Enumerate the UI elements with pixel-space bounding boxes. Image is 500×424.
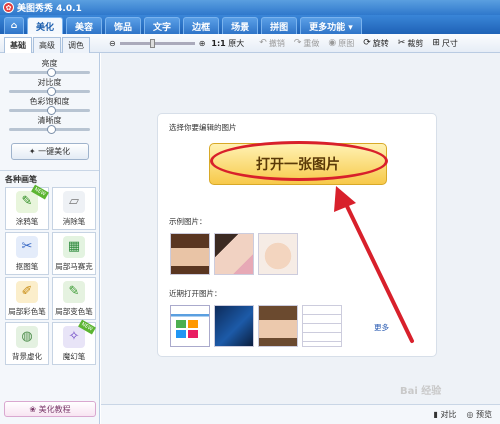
- resize-icon: ⊞: [432, 38, 440, 48]
- tab-scene[interactable]: 场景: [222, 17, 259, 34]
- home-icon: ⌂: [10, 21, 18, 31]
- eraser-brush-button[interactable]: ▱ 消除笔: [52, 187, 96, 230]
- local-recolor-brush-button[interactable]: ✎ 局部变色笔: [52, 277, 96, 320]
- zoom-control: ⊖ ⊕ 1:1 原大: [109, 38, 253, 49]
- title-bar: ✿ 美图秀秀 4.0.1: [0, 0, 500, 15]
- recent-images: [170, 305, 346, 347]
- tab-advanced[interactable]: 高级: [33, 36, 61, 53]
- zoom-out-icon[interactable]: ⊖: [109, 39, 116, 48]
- doodle-brush-button[interactable]: NEW ✎ 涂鸦笔: [5, 184, 49, 230]
- cut-button[interactable]: ✂ 裁剪: [398, 38, 424, 49]
- tab-beautify[interactable]: 美化: [27, 17, 64, 34]
- highlight-ellipse: [210, 141, 388, 181]
- brush-grid: NEW ✎ 涂鸦笔 ▱ 消除笔 ✂ 抠图笔 ▦ 局部马赛克 ✐ 局部彩色笔 ✎ 局部变色笔 ◍…: [0, 184, 99, 367]
- tab-collage[interactable]: 拼图: [261, 17, 298, 34]
- left-panel: 亮度 对比度 色彩饱和度 清晰度 ✦ 一键美化 各种画笔 NEW ✎ 涂鸦笔 ▱ 消除…: [0, 53, 100, 424]
- recolor-icon: ✎: [63, 280, 85, 303]
- sample-images: [170, 233, 302, 275]
- mosaic-brush-button[interactable]: ▦ 局部马赛克: [52, 232, 96, 275]
- magic-brush-button[interactable]: NEW ✧ 魔幻笔: [52, 319, 96, 365]
- background-blur-button[interactable]: ◍ 背景虚化: [5, 322, 49, 365]
- app-title: 美图秀秀 4.0.1: [17, 4, 82, 14]
- one-key-beautify-button[interactable]: ✦ 一键美化: [10, 143, 89, 160]
- zoom-reset-button[interactable]: 1:1 原大: [211, 38, 244, 49]
- sample-image[interactable]: [214, 233, 254, 275]
- brush-section-title: 各种画笔: [0, 170, 99, 185]
- blur-icon: ◍: [16, 325, 38, 348]
- zoom-slider[interactable]: [119, 38, 195, 48]
- canvas-area: 选择你要编辑的图片 打开一张图片 示例图片： 近期打开图片： 更多: [101, 53, 500, 404]
- sample-image[interactable]: [258, 233, 298, 275]
- recent-image[interactable]: [258, 305, 298, 347]
- size-button[interactable]: ⊞ 尺寸: [432, 38, 458, 49]
- adjust-sliders: 亮度 对比度 色彩饱和度 清晰度: [0, 53, 99, 135]
- redo-button[interactable]: ↷ 重做: [294, 38, 320, 49]
- undo-button[interactable]: ↶ 撤销: [259, 38, 285, 49]
- rotate-button[interactable]: ⟳ 旋转: [363, 38, 389, 49]
- local-color-brush-button[interactable]: ✐ 局部彩色笔: [5, 277, 49, 320]
- app-logo-icon: ✿: [3, 2, 14, 13]
- home-tab[interactable]: ⌂: [4, 17, 24, 34]
- magic-wand-icon: ✦: [28, 147, 39, 156]
- original-button[interactable]: ◉ 原图: [328, 38, 354, 49]
- tab-beauty[interactable]: 美容: [66, 17, 103, 34]
- contrast-slider[interactable]: [9, 87, 90, 96]
- zoom-in-icon[interactable]: ⊕: [199, 39, 206, 48]
- toolbar: 基础 高级 调色 ⊖ ⊕ 1:1 原大 ↶ 撤销 ↷ 重做 ◉ 原图 ⟳ 旋转 ✂ 裁剪 …: [0, 34, 500, 53]
- compare-button[interactable]: ▮ 对比: [434, 409, 457, 420]
- recent-image[interactable]: [214, 305, 254, 347]
- watermark: Bai 经验: [400, 386, 442, 397]
- main-tab-bar: ⌂ 美化 美容 饰品 文字 边框 场景 拼图 更多功能 ▾: [0, 15, 500, 34]
- scissors-icon: ✂: [397, 38, 406, 48]
- card-title: 选择你要编辑的图片: [169, 123, 237, 132]
- more-link[interactable]: 更多: [374, 322, 389, 333]
- paintbrush-icon: ✐: [16, 280, 38, 303]
- sample-images-label: 示例图片：: [169, 217, 207, 226]
- tutorial-icon: ❀: [29, 404, 39, 414]
- redo-icon: ↷: [293, 38, 302, 48]
- sample-image[interactable]: [170, 233, 210, 275]
- preview-icon: ◎: [466, 410, 476, 419]
- adjust-tabs: 基础 高级 调色: [0, 34, 91, 53]
- sharpness-slider[interactable]: [9, 125, 90, 134]
- tab-accessories[interactable]: 饰品: [105, 17, 142, 34]
- tab-border[interactable]: 边框: [183, 17, 220, 34]
- brightness-slider[interactable]: [9, 68, 90, 77]
- tab-color[interactable]: 调色: [62, 36, 90, 53]
- compare-icon: ▮: [433, 410, 441, 419]
- recent-image[interactable]: [170, 305, 210, 347]
- undo-icon: ↶: [259, 38, 267, 48]
- cutout-brush-button[interactable]: ✂ 抠图笔: [5, 232, 49, 275]
- beautify-tutorial-button[interactable]: ❀ 美化教程: [4, 401, 96, 417]
- recent-images-label: 近期打开图片：: [169, 289, 222, 298]
- status-bar: ▮ 对比 ◎ 预览: [101, 404, 500, 424]
- saturation-slider[interactable]: [9, 106, 90, 115]
- tab-basic[interactable]: 基础: [4, 36, 32, 53]
- cutout-icon: ✂: [16, 235, 38, 258]
- tab-text[interactable]: 文字: [144, 17, 181, 34]
- recent-image[interactable]: [302, 305, 342, 347]
- tab-more-features[interactable]: 更多功能 ▾: [300, 17, 362, 34]
- original-icon: ◉: [328, 38, 337, 48]
- rotate-icon: ⟳: [363, 38, 371, 48]
- mosaic-icon: ▦: [63, 235, 85, 258]
- preview-button[interactable]: ◎ 预览: [466, 409, 492, 420]
- open-image-card: 选择你要编辑的图片 打开一张图片 示例图片： 近期打开图片： 更多: [157, 113, 437, 357]
- eraser-icon: ▱: [63, 190, 85, 213]
